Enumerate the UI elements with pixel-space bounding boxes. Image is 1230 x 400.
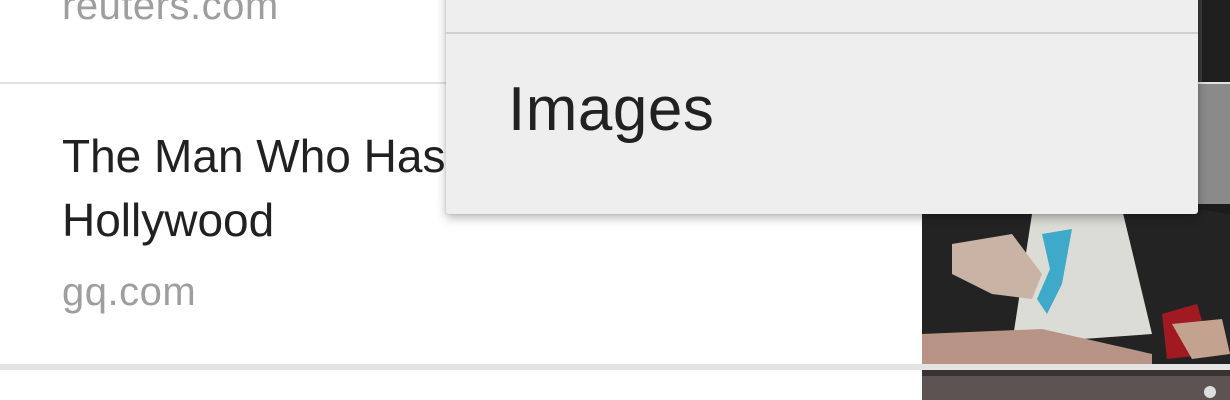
news-item[interactable]: [0, 370, 920, 400]
menu-item-images[interactable]: Images: [446, 34, 1198, 214]
overflow-menu: Images: [446, 0, 1198, 214]
news-source: reuters.com: [62, 0, 279, 28]
news-source: gq.com: [62, 270, 197, 314]
screen: reuters.com The Man Who Has All of Holly…: [0, 0, 1230, 400]
menu-item[interactable]: [446, 0, 1198, 32]
menu-item-label: Images: [508, 75, 715, 144]
thumbnail-image: [922, 370, 1230, 400]
news-thumbnail[interactable]: [922, 370, 1230, 400]
